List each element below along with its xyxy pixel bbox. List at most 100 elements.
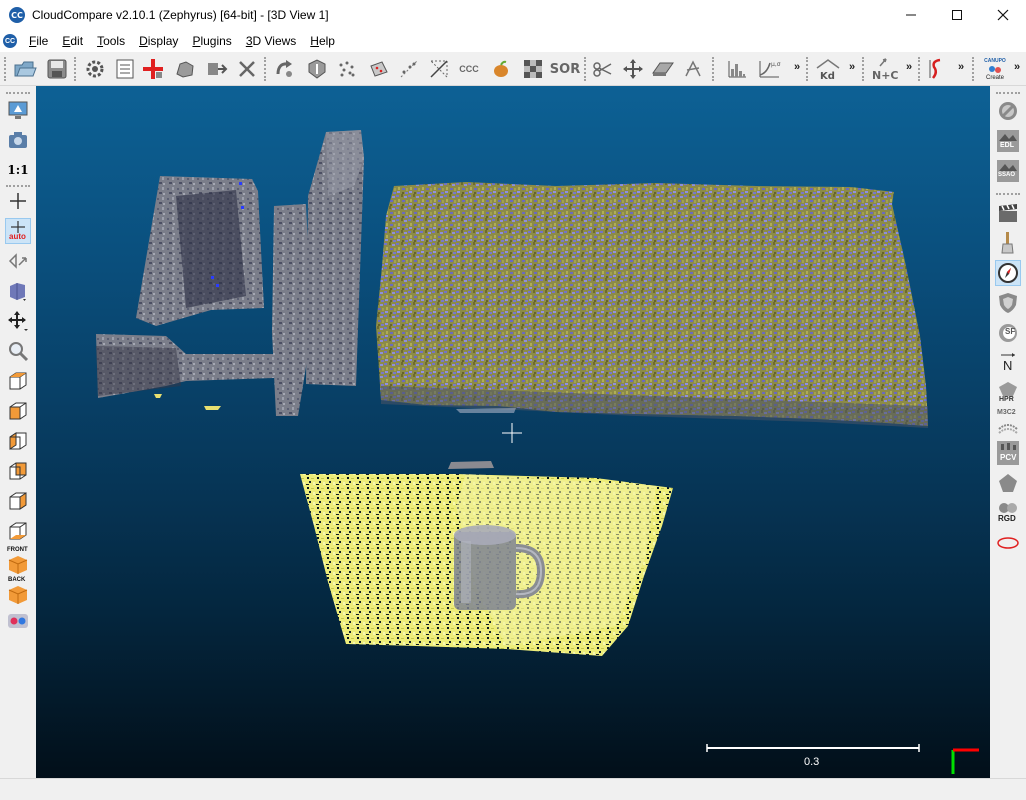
toolbar-grip[interactable] (74, 57, 78, 81)
menu-3d-views[interactable]: 3D Views (244, 34, 298, 48)
cube-left-icon (9, 432, 27, 450)
toolbar-grip[interactable] (806, 57, 810, 81)
toolbar-grip[interactable] (996, 193, 1020, 196)
global-zoom-button[interactable] (5, 97, 31, 123)
ccc-button[interactable]: CCC (456, 56, 482, 82)
bottom-view-button[interactable] (5, 518, 31, 544)
script-button[interactable] (924, 56, 950, 82)
interaction-mode-button[interactable] (5, 308, 31, 334)
toolbar-grip[interactable] (996, 92, 1020, 95)
right-view-button[interactable] (5, 488, 31, 514)
sf-button[interactable]: SF (995, 320, 1021, 346)
brush-icon (997, 231, 1019, 255)
scissors-button[interactable] (590, 56, 616, 82)
open-button[interactable] (12, 56, 38, 82)
front-view-button[interactable] (5, 398, 31, 424)
pcv-button[interactable]: PCV (995, 440, 1021, 466)
iso-back-button[interactable]: BACK (5, 577, 31, 604)
menu-display[interactable]: Display (137, 34, 180, 48)
3d-view[interactable]: 0.3 (36, 86, 990, 778)
toolbar-grip[interactable] (712, 57, 716, 81)
plane-button[interactable] (650, 56, 676, 82)
top-view-button[interactable] (5, 368, 31, 394)
cloud-layers-button[interactable] (995, 230, 1021, 256)
toolbar-more-button[interactable]: » (849, 61, 855, 73)
shield-icon (999, 293, 1017, 313)
toolbar-more-button[interactable]: » (1014, 61, 1020, 73)
pentagon-button[interactable] (995, 470, 1021, 496)
mango-icon (494, 60, 508, 77)
pivot-button[interactable] (5, 188, 31, 214)
document-logo-icon[interactable]: CC (3, 34, 17, 48)
settings-button[interactable] (82, 56, 108, 82)
menu-tools[interactable]: Tools (95, 34, 127, 48)
toolbar-grip[interactable] (862, 57, 866, 81)
bounding-box-icon (429, 60, 448, 79)
delete-button[interactable] (234, 56, 260, 82)
m3c2-button[interactable]: M3C2 (995, 409, 1021, 436)
equipment-point-cloud (96, 130, 364, 416)
graph-button[interactable]: μ,σ (756, 56, 782, 82)
toolbar-grip[interactable] (4, 57, 8, 81)
point-cloud-scene[interactable] (36, 86, 990, 778)
animation-button[interactable] (995, 200, 1021, 226)
sor-button[interactable]: SOR (550, 56, 580, 82)
save-button[interactable] (44, 56, 70, 82)
toolbar-more-button[interactable]: » (906, 61, 912, 73)
bounding-box-button[interactable] (426, 56, 452, 82)
maximize-button[interactable] (934, 0, 980, 30)
scale-bar (706, 744, 920, 752)
random-points-button[interactable] (334, 56, 360, 82)
segment-button[interactable] (204, 56, 230, 82)
north-button[interactable]: N (995, 350, 1021, 376)
fine-register-button[interactable] (304, 56, 330, 82)
iso-front-button[interactable]: FRONT (5, 547, 31, 574)
menu-edit[interactable]: Edit (60, 34, 85, 48)
menu-file[interactable]: File (27, 34, 50, 48)
compass-plugin-button[interactable] (995, 260, 1021, 286)
rotation-lock-button[interactable] (5, 248, 31, 274)
toolbar-grip[interactable] (264, 57, 268, 81)
zoom-button[interactable] (5, 338, 31, 364)
one-to-one-icon: 1:1 (7, 163, 29, 177)
toolbar-grip[interactable] (972, 57, 976, 81)
menu-help[interactable]: Help (308, 34, 337, 48)
no-shader-button[interactable] (995, 98, 1021, 124)
hpr-icon: HPR (997, 381, 1019, 405)
histogram-button[interactable] (724, 56, 750, 82)
toolbar-more-button[interactable]: » (958, 61, 964, 73)
shield-button[interactable] (995, 290, 1021, 316)
normals-button[interactable]: N+C (870, 56, 902, 82)
merge-button[interactable] (140, 56, 166, 82)
minimize-button[interactable] (888, 0, 934, 30)
back-view-button[interactable] (5, 458, 31, 484)
translate-button[interactable] (620, 56, 646, 82)
rgd-button[interactable]: RGD (995, 500, 1021, 526)
register-button[interactable] (272, 56, 298, 82)
stereo-button[interactable] (5, 608, 31, 634)
compass-button[interactable] (680, 56, 706, 82)
sample-mesh-button[interactable] (366, 56, 392, 82)
edl-button[interactable]: EDL (995, 128, 1021, 154)
hpr-button[interactable]: HPR (995, 380, 1021, 406)
ellipse-button[interactable] (995, 530, 1021, 556)
toolbar-grip[interactable] (918, 57, 922, 81)
toolbar-grip[interactable] (584, 57, 588, 81)
kd-tree-button[interactable]: Kd (814, 56, 842, 82)
capture-button[interactable] (5, 127, 31, 153)
toolbar-more-button[interactable]: » (794, 61, 800, 73)
mango-button[interactable] (488, 56, 514, 82)
toolbar-grip[interactable] (6, 92, 30, 95)
pixel-size-button[interactable]: 1:1 (5, 157, 31, 183)
close-button[interactable] (980, 0, 1026, 30)
scatter-button[interactable] (396, 56, 422, 82)
perspective-button[interactable] (5, 278, 31, 304)
left-view-button[interactable] (5, 428, 31, 454)
properties-button[interactable] (112, 56, 138, 82)
subsample-button[interactable] (172, 56, 198, 82)
checker-button[interactable] (520, 56, 546, 82)
ssao-button[interactable]: SSAO (995, 158, 1021, 184)
auto-pivot-button[interactable]: auto (5, 218, 31, 244)
menu-plugins[interactable]: Plugins (190, 34, 233, 48)
canupo-button[interactable]: CANUPO Create (980, 56, 1010, 82)
